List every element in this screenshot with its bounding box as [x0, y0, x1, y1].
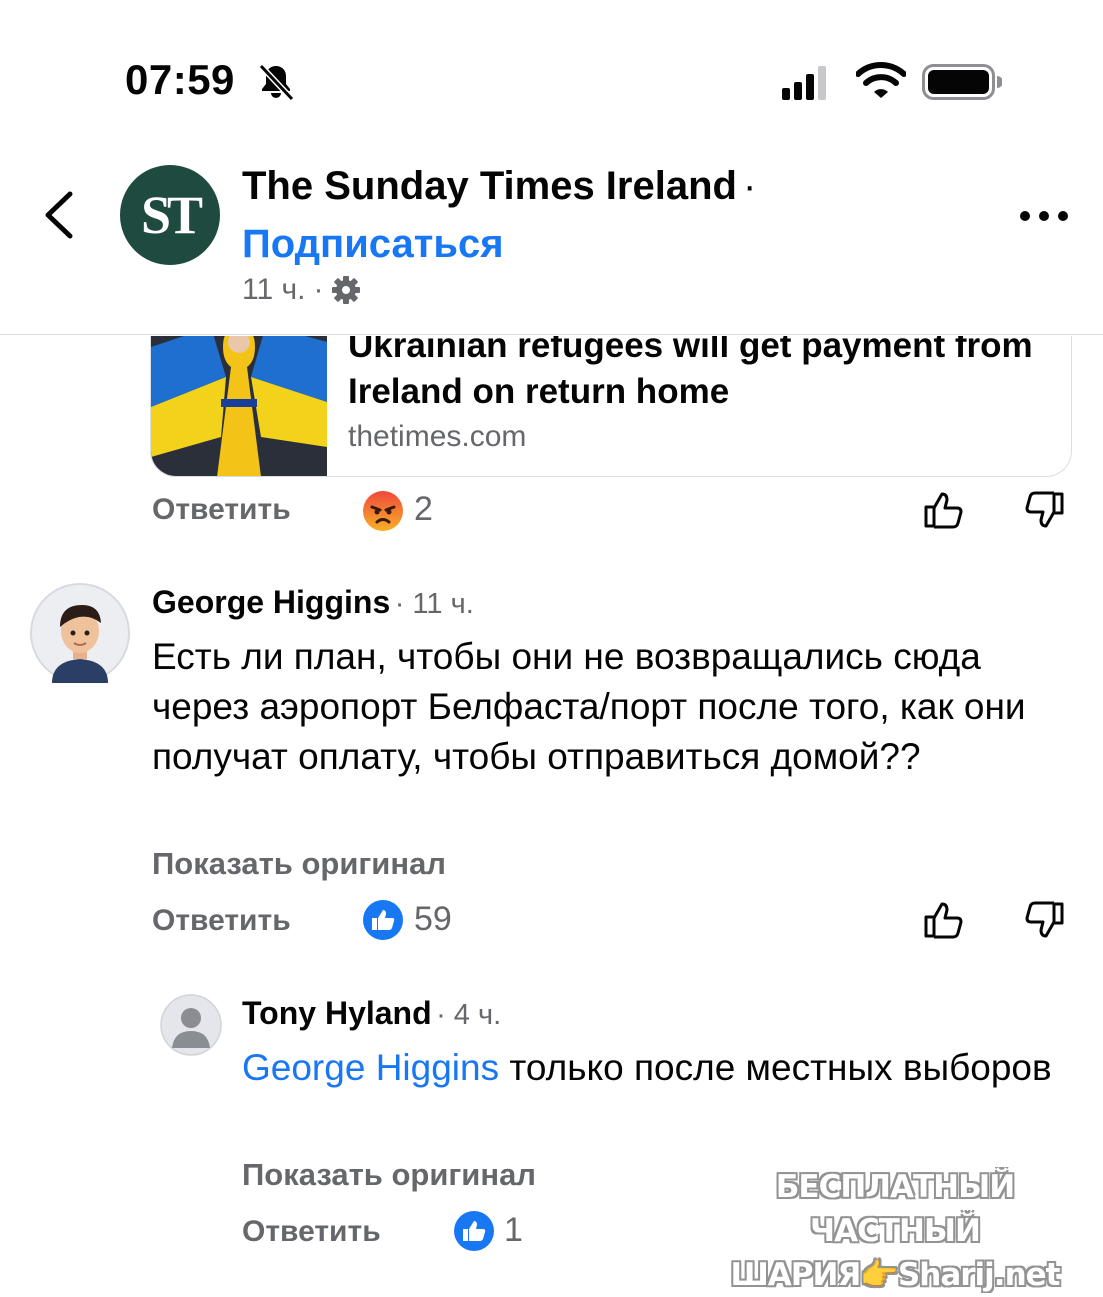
link-preview-card[interactable]: Ukrainian refugees will get payment from…: [0, 336, 1103, 486]
mention-link[interactable]: George Higgins: [242, 1047, 499, 1088]
reply-reaction-count[interactable]: 1: [504, 1211, 523, 1250]
comment-reply-button[interactable]: Ответить: [152, 904, 291, 938]
watermark-line-1: БЕСПЛАТНЫЙ ЧАСТНЫЙ: [775, 1169, 1015, 1249]
meta-separator: ·: [313, 273, 324, 306]
post-meta: 11 ч. ·: [242, 273, 361, 307]
downvote-icon[interactable]: [1024, 490, 1066, 532]
watermark-line-2: ШАРИЯ👉Sharij.net: [730, 1257, 1061, 1293]
name-separator: ·: [742, 164, 757, 208]
show-original-link[interactable]: Показать оригинал: [152, 846, 446, 882]
commenter-avatar[interactable]: [30, 583, 130, 683]
reply-time: · 4 ч.: [436, 999, 502, 1031]
reply-header: Tony Hyland · 4 ч.: [242, 995, 501, 1032]
bell-muted-icon: [258, 63, 295, 102]
default-avatar[interactable]: [160, 994, 222, 1056]
comment-reaction-count[interactable]: 59: [414, 900, 452, 939]
upvote-icon[interactable]: [922, 488, 964, 530]
comment-time: · 11 ч.: [394, 588, 474, 620]
post-reaction-count[interactable]: 2: [414, 490, 433, 529]
comment-header: George Higgins · 11 ч.: [152, 584, 474, 621]
battery-icon: [922, 64, 1002, 100]
watermark: БЕСПЛАТНЫЙ ЧАСТНЫЙ ШАРИЯ👉Sharij.net: [700, 1165, 1090, 1297]
reply-reply-button[interactable]: Ответить: [242, 1215, 381, 1249]
reply-text-block: George Higgins только после местных выбо…: [242, 1043, 1062, 1093]
link-preview-title[interactable]: Ukrainian refugees will get payment from…: [348, 336, 1048, 415]
page-name[interactable]: The Sunday Times Ireland: [242, 164, 737, 208]
like-reaction-icon: [363, 900, 403, 940]
downvote-icon[interactable]: [1024, 900, 1066, 942]
post-time: 11 ч.: [242, 273, 306, 306]
comment-author[interactable]: George Higgins: [152, 584, 390, 620]
follow-button[interactable]: Подписаться: [242, 222, 504, 267]
show-original-link[interactable]: Показать оригинал: [242, 1157, 536, 1193]
upvote-icon[interactable]: [922, 898, 964, 940]
more-options-icon[interactable]: [1018, 208, 1070, 224]
audience-gear-icon: [332, 276, 361, 304]
back-chevron-icon[interactable]: [40, 190, 80, 240]
comment-text: Есть ли план, чтобы они не возвращались …: [152, 636, 1026, 777]
angry-reaction-icon: [363, 491, 403, 531]
wifi-icon: [856, 62, 906, 98]
header-divider: [0, 334, 1103, 335]
link-preview-image: [151, 336, 327, 476]
reply-author[interactable]: Tony Hyland: [242, 995, 432, 1031]
status-time: 07:59: [125, 56, 235, 103]
page-name-row: The Sunday Times Ireland ·: [242, 164, 756, 209]
page-avatar-logo[interactable]: ST: [120, 165, 220, 265]
reply-text: только после местных выборов: [499, 1047, 1052, 1088]
like-reaction-icon: [454, 1211, 494, 1251]
cellular-signal-icon: [782, 66, 826, 100]
post-reply-button[interactable]: Ответить: [152, 493, 291, 527]
link-preview-domain: thetimes.com: [348, 420, 527, 453]
